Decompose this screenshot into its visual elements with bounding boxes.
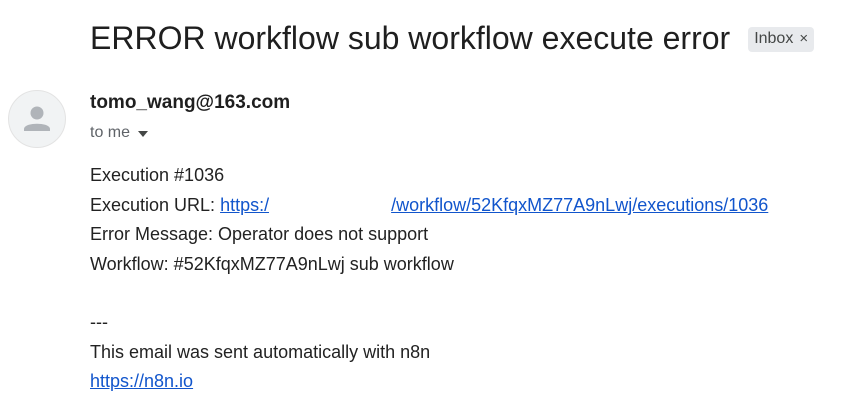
- execution-url-line: Execution URL: https:/ /workflow/52KfqxMZ…: [90, 191, 768, 221]
- execution-url-label: Execution URL:: [90, 194, 221, 215]
- separator: ---: [90, 312, 108, 332]
- error-message: Error Message: Operator does not support: [90, 224, 429, 244]
- footer-link-line: https://n8n.io: [90, 367, 768, 397]
- n8n-link[interactable]: https://n8n.io: [90, 371, 193, 391]
- sender-address[interactable]: tomo_wang@163.com: [90, 91, 290, 115]
- remove-label-icon[interactable]: ×: [799, 29, 808, 49]
- chevron-down-icon[interactable]: [138, 131, 149, 137]
- recipient-details-toggle[interactable]: to me: [90, 122, 149, 144]
- label-name: Inbox: [754, 29, 794, 47]
- redacted-region: [269, 194, 392, 213]
- execution-url-link-prefix[interactable]: https:/: [220, 195, 269, 215]
- workflow-name: Workflow: #52KfqxMZ77A9nLwj sub workflow: [90, 253, 454, 274]
- footer-text: This email was sent automatically with n…: [90, 341, 431, 362]
- email-subject: ERROR workflow sub workflow execute erro…: [90, 20, 731, 56]
- sender-avatar[interactable]: [8, 90, 66, 148]
- email-body: Execution #1036 Execution URL: https:/ /w…: [90, 161, 768, 397]
- execution-number: Execution #1036: [90, 165, 225, 185]
- recipient-label: to me: [90, 124, 131, 141]
- execution-url-link[interactable]: /workflow/52KfqxMZ77A9nLwj/executions/10…: [391, 195, 768, 215]
- inbox-label-chip[interactable]: Inbox ×: [748, 26, 815, 52]
- subject-row: ERROR workflow sub workflow execute erro…: [90, 18, 815, 58]
- person-icon: [24, 106, 50, 131]
